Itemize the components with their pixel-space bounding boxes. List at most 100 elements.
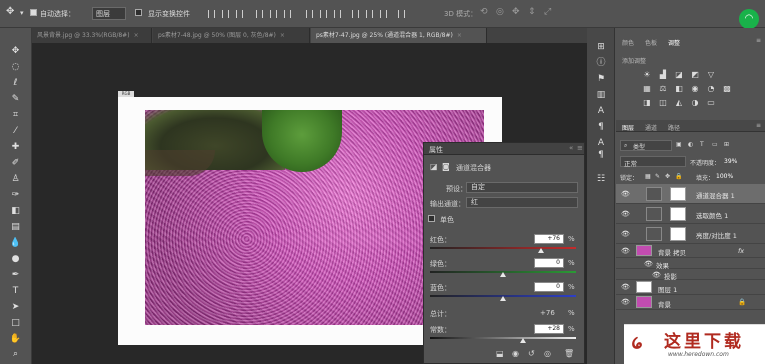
quick-select-icon[interactable]: ✎	[9, 93, 22, 105]
distribute-vcenter-icon[interactable]	[320, 10, 327, 18]
distribute-bottom-icon[interactable]	[334, 10, 341, 18]
layer-name[interactable]: 选取颜色 1	[696, 210, 728, 220]
brightness-icon[interactable]: ☀	[642, 70, 652, 79]
green-slider-knob[interactable]	[500, 272, 506, 277]
align-top-icon[interactable]	[208, 10, 215, 18]
doc-tab-3[interactable]: ps素材7-47.jpg @ 25% (通道混合器 1, RGB/8#) ×	[311, 28, 487, 43]
color-lookup-icon[interactable]: ▩	[722, 84, 732, 93]
view-previous-icon[interactable]: ◉	[512, 349, 519, 358]
lock-image-icon[interactable]: ✎	[655, 173, 660, 180]
doc-tab-1[interactable]: 风景背景.jpg @ 33.3%(RGB/8#) ×	[32, 28, 152, 43]
auto-align-icon[interactable]	[398, 10, 405, 18]
align-right-icon[interactable]	[284, 10, 291, 18]
filter-shape-icon[interactable]: ▭	[712, 141, 718, 148]
red-value-input[interactable]: +76	[534, 234, 564, 244]
history-brush-icon[interactable]: ✑	[9, 189, 22, 201]
constant-value-input[interactable]: +28	[534, 324, 564, 334]
blend-mode-dropdown[interactable]: 正常	[620, 156, 686, 168]
levels-icon[interactable]: ▟	[658, 70, 668, 79]
align-vcenter-icon[interactable]	[222, 10, 229, 18]
fx-icon[interactable]: fx	[738, 247, 744, 255]
lock-all-icon[interactable]: 🔒	[675, 173, 682, 180]
auto-select-dropdown[interactable]: 图层	[92, 7, 126, 20]
red-slider-knob[interactable]	[537, 248, 544, 253]
3d-pan-icon[interactable]: ✥	[512, 7, 520, 17]
blue-slider-knob[interactable]	[500, 296, 506, 301]
eye-icon[interactable]: 👁	[621, 190, 630, 198]
align-bottom-icon[interactable]	[236, 10, 243, 18]
monochrome-checkbox[interactable]	[428, 215, 437, 223]
constant-slider-knob[interactable]	[520, 338, 527, 343]
tab-paths[interactable]: 路径	[668, 123, 680, 132]
channel-mixer-icon[interactable]: ◔	[706, 84, 716, 93]
character-icon[interactable]: A	[595, 106, 607, 117]
threshold-icon[interactable]: ◭	[674, 98, 684, 107]
eye-icon[interactable]: 👁	[621, 283, 630, 291]
distribute-hcenter-icon[interactable]	[366, 10, 373, 18]
close-icon[interactable]: ×	[457, 32, 462, 39]
mask-icon[interactable]: ◙	[442, 162, 450, 171]
black-white-icon[interactable]: ◧	[674, 84, 684, 93]
tab-swatches[interactable]: 色板	[645, 38, 657, 47]
character-style-icon[interactable]: A	[595, 138, 607, 149]
layer-filter-dropdown[interactable]: ⌕ 类型	[620, 140, 672, 151]
exposure-icon[interactable]: ◩	[690, 70, 700, 79]
reset-icon[interactable]: ↺	[528, 349, 535, 358]
filter-adjust-icon[interactable]: ◐	[688, 141, 693, 148]
effects-row[interactable]: 👁 效果	[616, 258, 765, 270]
eyedropper-icon[interactable]: ⁄	[9, 125, 22, 137]
wifi-icon[interactable]: ◠	[739, 9, 759, 29]
red-slider-track[interactable]	[430, 247, 576, 249]
layer-row-background[interactable]: 👁 背景 🔒	[616, 295, 765, 310]
opacity-value[interactable]: 39%	[724, 158, 737, 165]
visibility-icon[interactable]: ◎	[544, 349, 551, 358]
green-value-input[interactable]: 0	[534, 258, 564, 268]
filter-type-icon[interactable]: T	[700, 141, 704, 148]
eye-icon[interactable]: 👁	[621, 210, 630, 218]
close-icon[interactable]: ×	[280, 32, 285, 39]
rectangle-icon[interactable]: □	[9, 317, 22, 329]
move-icon[interactable]: ✥	[9, 45, 22, 57]
lasso-icon[interactable]: ℓ	[9, 77, 22, 89]
layer-name[interactable]: 通道混合器 1	[696, 190, 735, 200]
gradient-icon[interactable]: ▤	[9, 221, 22, 233]
info-icon[interactable]: ⓘ	[595, 58, 607, 69]
pen-icon[interactable]: ✒	[9, 269, 22, 281]
layer-row-channel-mixer[interactable]: 👁 通道混合器 1	[616, 184, 765, 204]
brush-icon[interactable]: ✐	[9, 157, 22, 169]
history-icon[interactable]: ⊞	[595, 42, 607, 53]
tool-preset-chevron-icon[interactable]: ▾	[20, 9, 24, 17]
path-select-icon[interactable]: ➤	[9, 301, 22, 313]
healing-icon[interactable]: ✚	[9, 141, 22, 153]
curves-icon[interactable]: ◪	[674, 70, 684, 79]
lock-position-icon[interactable]: ✥	[665, 173, 670, 180]
type-icon[interactable]: T	[9, 285, 22, 297]
lock-pixels-icon[interactable]: ▦	[645, 173, 651, 180]
blur-icon[interactable]: 💧	[9, 237, 22, 249]
tab-layers[interactable]: 图层	[622, 123, 634, 132]
3d-rotate-icon[interactable]: ⟲	[480, 7, 488, 17]
crop-icon[interactable]: ⌗	[9, 109, 22, 121]
drop-shadow-row[interactable]: 👁 投影	[616, 269, 765, 281]
close-icon[interactable]: ×	[134, 32, 139, 39]
preset-dropdown[interactable]: 自定	[466, 182, 578, 193]
invert-icon[interactable]: ◨	[642, 98, 652, 107]
properties-icon[interactable]: ☷	[595, 174, 607, 185]
eraser-icon[interactable]: ◧	[9, 205, 22, 217]
dodge-icon[interactable]: ●	[9, 253, 22, 265]
eye-icon[interactable]: 👁	[644, 260, 653, 268]
trash-icon[interactable]: 🗑	[564, 349, 574, 358]
zoom-icon[interactable]: ⌕	[9, 348, 22, 360]
photo-filter-icon[interactable]: ◉	[690, 84, 700, 93]
constant-slider-track[interactable]	[430, 337, 576, 339]
align-hcenter-icon[interactable]	[270, 10, 277, 18]
clone-stamp-icon[interactable]: ♙	[9, 173, 22, 185]
output-channel-dropdown[interactable]: 红	[466, 197, 578, 208]
layer-name[interactable]: 亮度/对比度 1	[696, 230, 737, 240]
tab-adjustments[interactable]: 调整	[668, 38, 680, 47]
paragraph-icon[interactable]: ¶	[595, 122, 607, 133]
3d-slide-icon[interactable]: ⇕	[528, 7, 536, 17]
blue-value-input[interactable]: 0	[534, 282, 564, 292]
fill-value[interactable]: 100%	[716, 173, 733, 180]
color-balance-icon[interactable]: ⚖	[658, 84, 668, 93]
